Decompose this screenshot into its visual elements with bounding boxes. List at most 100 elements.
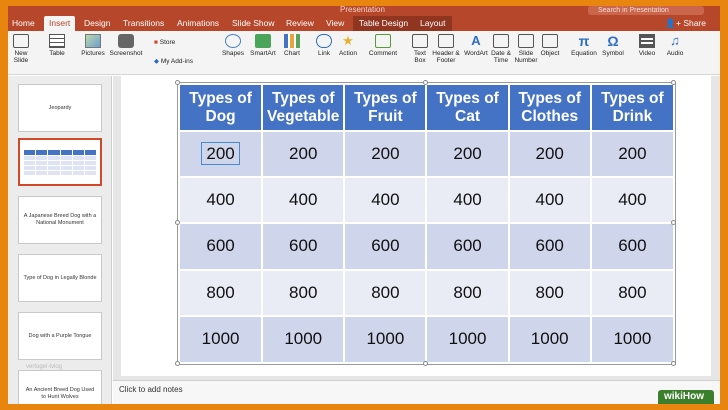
slide-thumbnail-text: Type of Dog in Legally Blonde bbox=[23, 274, 97, 281]
wordart-button[interactable]: A WordArt bbox=[462, 34, 490, 58]
equation-button[interactable]: π Equation bbox=[570, 34, 598, 57]
shapes-button[interactable]: Shapes bbox=[220, 34, 246, 57]
table-header-cell[interactable]: Types of Dog bbox=[180, 85, 264, 131]
video-button[interactable]: Video bbox=[636, 34, 658, 57]
jeopardy-table[interactable]: Types of Dog Types of Vegetable Types of… bbox=[177, 82, 676, 365]
comment-button[interactable]: Comment bbox=[368, 34, 398, 57]
table-row: 800 800 800 800 800 800 bbox=[180, 268, 673, 316]
text-box-icon bbox=[412, 34, 428, 48]
table-cell[interactable]: 400 bbox=[180, 176, 264, 224]
tab-insert[interactable]: Insert bbox=[44, 16, 76, 31]
table-cell[interactable]: 800 bbox=[180, 268, 264, 316]
tab-animations[interactable]: Animations bbox=[177, 16, 219, 31]
slide[interactable]: Types of Dog Types of Vegetable Types of… bbox=[121, 76, 711, 376]
table-cell[interactable]: 800 bbox=[344, 268, 428, 316]
resize-handle[interactable] bbox=[175, 361, 180, 366]
smartart-button[interactable]: SmartArt bbox=[248, 34, 278, 57]
link-button[interactable]: Link bbox=[314, 34, 334, 57]
table-header-cell[interactable]: Types of Vegetable bbox=[262, 85, 346, 131]
selected-cell-text[interactable]: 200 bbox=[201, 142, 240, 166]
tab-view[interactable]: View bbox=[326, 16, 344, 31]
table-row: 200 200 200 200 200 200 bbox=[180, 129, 673, 178]
table-cell[interactable]: 400 bbox=[344, 176, 428, 224]
chart-button[interactable]: Chart bbox=[280, 34, 304, 57]
slide-thumbnail-text: A Japanese Breed Dog with a National Mon… bbox=[23, 213, 97, 226]
pictures-icon bbox=[85, 34, 101, 48]
table-cell[interactable]: 1000 bbox=[508, 314, 592, 362]
table-cell[interactable]: 1000 bbox=[180, 314, 264, 362]
slide-thumbnail-2[interactable] bbox=[18, 138, 102, 186]
tab-home[interactable]: Home bbox=[12, 16, 35, 31]
table-cell[interactable]: 1000 bbox=[262, 314, 346, 362]
table-cell[interactable]: 600 bbox=[590, 222, 673, 270]
table-button[interactable]: Table bbox=[44, 34, 70, 57]
table-header-cell[interactable]: Types of Clothes bbox=[508, 85, 592, 131]
table-cell[interactable]: 800 bbox=[590, 268, 673, 316]
table-cell[interactable]: 600 bbox=[180, 222, 264, 270]
text-box-button[interactable]: Text Box bbox=[410, 34, 430, 64]
resize-handle[interactable] bbox=[671, 220, 676, 225]
table-header-cell[interactable]: Types of Drink bbox=[590, 85, 673, 131]
table-cell[interactable]: 1000 bbox=[590, 314, 673, 362]
pictures-button[interactable]: Pictures bbox=[78, 34, 108, 57]
action-button[interactable]: ★ Action bbox=[336, 34, 360, 58]
resize-handle[interactable] bbox=[175, 220, 180, 225]
resize-handle[interactable] bbox=[175, 80, 180, 85]
table-cell[interactable]: 1000 bbox=[426, 314, 510, 362]
slide-thumbnail-3[interactable]: A Japanese Breed Dog with a National Mon… bbox=[18, 196, 102, 244]
table-cell[interactable]: 200 bbox=[344, 129, 428, 178]
share-button[interactable]: 👤+ Share bbox=[665, 16, 706, 31]
slide-thumbnail-panel[interactable]: Jeopardy A Japanese Breed Dog with a Nat… bbox=[8, 76, 112, 404]
table-cell[interactable]: 400 bbox=[262, 176, 346, 224]
slide-thumbnail-5[interactable]: Dog with a Purple Tongue bbox=[18, 312, 102, 360]
tab-slide-show[interactable]: Slide Show bbox=[232, 16, 275, 31]
slide-thumbnail-6[interactable]: An Ancient Breed Dog Used to Hunt Wolves bbox=[18, 370, 102, 404]
table-cell[interactable]: 600 bbox=[426, 222, 510, 270]
screenshot-button[interactable]: Screenshot bbox=[108, 34, 144, 57]
table-cell[interactable]: 600 bbox=[344, 222, 428, 270]
table-cell[interactable]: 200 bbox=[426, 129, 510, 178]
table-cell[interactable]: 400 bbox=[426, 176, 510, 224]
tab-design[interactable]: Design bbox=[84, 16, 110, 31]
table-cell[interactable]: 200 bbox=[508, 129, 592, 178]
audio-button[interactable]: ♫ Audio bbox=[664, 34, 686, 58]
table-label: Table bbox=[49, 50, 65, 57]
table-cell[interactable]: 800 bbox=[508, 268, 592, 316]
table-cell[interactable]: 800 bbox=[426, 268, 510, 316]
table-cell[interactable]: 800 bbox=[262, 268, 346, 316]
tab-transitions[interactable]: Transitions bbox=[123, 16, 164, 31]
tab-table-design[interactable]: Table Design bbox=[353, 16, 415, 31]
date-time-button[interactable]: Date & Time bbox=[490, 34, 512, 64]
new-slide-button[interactable]: New Slide bbox=[10, 34, 32, 64]
slide-canvas[interactable]: Types of Dog Types of Vegetable Types of… bbox=[113, 76, 720, 380]
table-cell[interactable]: 200 bbox=[180, 129, 264, 178]
object-button[interactable]: Object bbox=[538, 34, 562, 57]
slide-thumbnail-1[interactable]: Jeopardy bbox=[18, 84, 102, 132]
header-footer-button[interactable]: Header & Footer bbox=[430, 34, 462, 64]
resize-handle[interactable] bbox=[671, 80, 676, 85]
tab-review[interactable]: Review bbox=[286, 16, 314, 31]
table-cell[interactable]: 400 bbox=[590, 176, 673, 224]
table-header-cell[interactable]: Types of Fruit bbox=[344, 85, 428, 131]
symbol-button[interactable]: Ω Symbol bbox=[600, 34, 626, 57]
resize-handle[interactable] bbox=[423, 80, 428, 85]
resize-handle[interactable] bbox=[423, 361, 428, 366]
table-header-cell[interactable]: Types of Cat bbox=[426, 85, 510, 131]
table-cell[interactable]: 400 bbox=[508, 176, 592, 224]
table-cell[interactable]: 1000 bbox=[344, 314, 428, 362]
tab-layout[interactable]: Layout bbox=[414, 16, 452, 31]
screenshot-label: Screenshot bbox=[109, 50, 143, 57]
my-addins-button[interactable]: ◆ My Add-ins bbox=[154, 57, 193, 65]
table-cell[interactable]: 200 bbox=[262, 129, 346, 178]
search-input[interactable]: Search in Presentation bbox=[588, 6, 704, 15]
slide-number-button[interactable]: Slide Number bbox=[514, 34, 538, 64]
table-cell[interactable]: 600 bbox=[262, 222, 346, 270]
table-cell[interactable]: 200 bbox=[590, 129, 673, 178]
omega-icon: Ω bbox=[607, 33, 619, 49]
notes-pane[interactable]: Click to add notes wikiHow bbox=[113, 380, 720, 404]
slide-thumbnail-4[interactable]: Type of Dog in Legally Blonde bbox=[18, 254, 102, 302]
store-button[interactable]: ■ Store bbox=[154, 39, 175, 46]
equation-label: Equation bbox=[571, 50, 597, 57]
resize-handle[interactable] bbox=[671, 361, 676, 366]
table-cell[interactable]: 600 bbox=[508, 222, 592, 270]
